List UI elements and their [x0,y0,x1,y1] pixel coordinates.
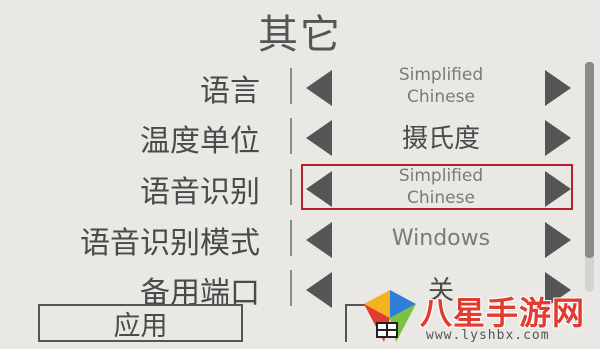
scrollbar-thumb[interactable] [585,62,594,258]
setting-label-temperature-unit: 温度单位 [140,124,260,159]
watermark-url: www.lyshbx.com [426,328,550,343]
selection-highlight [301,164,573,210]
setting-row-temperature-unit: 温度单位 摄氏度 [0,110,600,162]
arrow-right-icon[interactable] [545,222,571,258]
arrow-left-icon[interactable] [306,70,332,106]
setting-value-temperature-unit: 摄氏度 [401,123,480,154]
setting-label-language: 语言 [200,74,260,109]
divider [290,270,292,306]
setting-row-language: 语言 Simplified Chinese [0,60,600,112]
watermark: 八星手游网 www.lyshbx.com [350,282,600,349]
watermark-logo-icon [364,290,416,342]
arrow-right-icon[interactable] [545,70,571,106]
arrow-left-icon[interactable] [306,222,332,258]
apply-button[interactable]: 应用 [38,304,243,342]
setting-label-speech-recognition-mode: 语音识别模式 [80,226,260,261]
divider [290,220,292,256]
divider [290,68,292,104]
setting-value-speech-recognition-mode: Windows [391,225,491,251]
arrow-right-icon[interactable] [545,120,571,156]
divider [290,118,292,154]
arrow-left-icon[interactable] [306,272,332,308]
arrow-left-icon[interactable] [306,120,332,156]
setting-value-language: Simplified Chinese [398,65,484,107]
setting-label-speech-recognition: 语音识别 [140,175,260,210]
divider [290,169,292,205]
setting-row-speech-recognition-mode: 语音识别模式 Windows [0,212,600,264]
page-title: 其它 [258,12,342,58]
